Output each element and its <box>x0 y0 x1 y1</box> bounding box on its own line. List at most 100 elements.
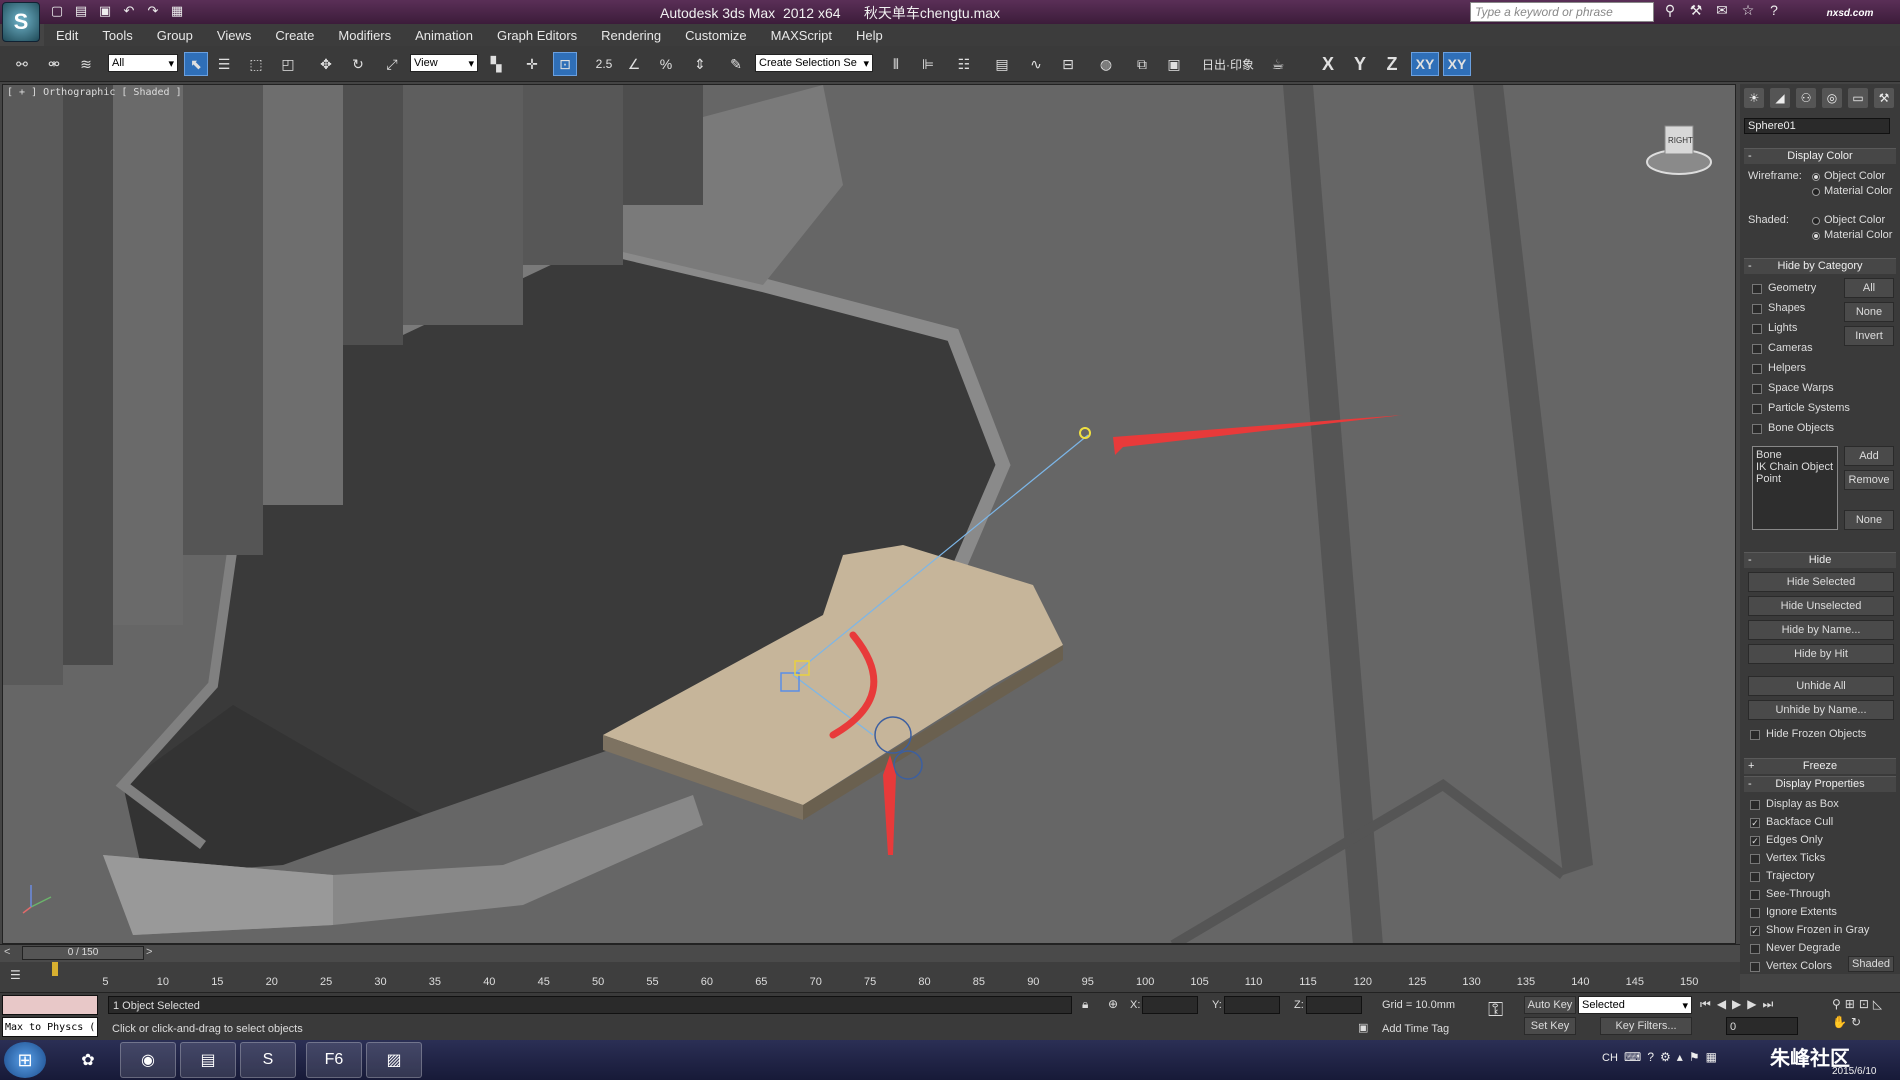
axis-z-button[interactable]: Z <box>1380 52 1404 76</box>
tray-network-icon[interactable]: ▦ <box>1706 1050 1717 1064</box>
category-none-button[interactable]: None <box>1844 302 1894 322</box>
category-remove-button[interactable]: Remove <box>1844 470 1894 490</box>
utilities-tab-icon[interactable]: ⚒ <box>1874 88 1894 108</box>
go-to-start-icon[interactable]: ⏮ <box>1700 997 1711 1012</box>
rollout-display-color[interactable]: - Display Color <box>1744 148 1896 164</box>
object-name-field[interactable]: Sphere01 <box>1744 118 1890 134</box>
helpers-checkbox[interactable] <box>1752 364 1762 374</box>
axis-x-button[interactable]: X <box>1316 52 1340 76</box>
rollout-display-properties[interactable]: - Display Properties <box>1744 776 1896 792</box>
unhide-all-button[interactable]: Unhide All <box>1748 676 1894 696</box>
viewcube-face-label[interactable]: RIGHT <box>1668 136 1693 145</box>
select-manipulate-icon[interactable]: ✛ <box>520 52 544 76</box>
subscription-icon[interactable]: ⚒ <box>1686 2 1706 22</box>
menu-create[interactable]: Create <box>263 28 326 43</box>
rotate-icon[interactable]: ↻ <box>346 52 370 76</box>
bind-space-warp-icon[interactable]: ≋ <box>74 52 98 76</box>
menu-graph-editors[interactable]: Graph Editors <box>485 28 589 43</box>
favorites-star-icon[interactable]: ☆ <box>1738 2 1758 22</box>
set-key-mode-icon[interactable]: ⚿ <box>1488 999 1503 1022</box>
list-item[interactable]: Bone <box>1756 449 1834 461</box>
shaded-material-color-radio[interactable] <box>1812 232 1820 240</box>
axis-xy-button[interactable]: XY <box>1411 52 1439 76</box>
tray-help-icon[interactable]: ? <box>1647 1050 1654 1064</box>
x-coord-field[interactable] <box>1142 996 1198 1014</box>
angle-snap-icon[interactable]: ∠ <box>622 52 646 76</box>
z-coord-field[interactable] <box>1306 996 1362 1014</box>
add-time-tag-label[interactable]: Add Time Tag <box>1382 1023 1449 1035</box>
display-property-checkbox[interactable]: ✓ <box>1750 836 1760 846</box>
menu-maxscript[interactable]: MAXScript <box>759 28 844 43</box>
hide-by-name-button[interactable]: Hide by Name... <box>1748 620 1894 640</box>
save-file-icon[interactable]: ▣ <box>96 2 114 20</box>
modify-tab-icon[interactable]: ◢ <box>1770 88 1790 108</box>
layer-manager-icon[interactable]: ☷ <box>952 52 976 76</box>
auto-key-button[interactable]: Auto Key <box>1524 996 1576 1014</box>
category-add-button[interactable]: Add <box>1844 446 1894 466</box>
current-frame-marker[interactable] <box>52 962 58 976</box>
shaded-object-color-radio[interactable] <box>1812 217 1820 225</box>
zoom-icon[interactable]: ⚲ <box>1832 997 1841 1011</box>
lights-checkbox[interactable] <box>1752 324 1762 334</box>
move-icon[interactable]: ✥ <box>314 52 338 76</box>
rollout-hide[interactable]: - Hide <box>1744 552 1896 568</box>
start-button[interactable]: ⊞ <box>4 1042 46 1078</box>
track-bar[interactable]: ☰ 5 10 15 20 25 30 35 40 45 50 55 60 65 70 75 80 85 90 95 1… <box>0 962 1740 992</box>
axis-y-button[interactable]: Y <box>1348 52 1372 76</box>
time-next-icon[interactable]: > <box>146 946 152 958</box>
zoom-extents-icon[interactable]: ⊡ <box>1859 997 1869 1011</box>
motion-tab-icon[interactable]: ◎ <box>1822 88 1842 108</box>
geometry-checkbox[interactable] <box>1752 284 1762 294</box>
set-key-button[interactable]: Set Key <box>1524 1017 1576 1035</box>
menu-edit[interactable]: Edit <box>44 28 90 43</box>
curve-editor-icon[interactable]: ∿ <box>1024 52 1048 76</box>
menu-animation[interactable]: Animation <box>403 28 485 43</box>
mini-curve-editor-icon[interactable]: ☰ <box>10 968 21 982</box>
unhide-by-name-button[interactable]: Unhide by Name... <box>1748 700 1894 720</box>
clock[interactable]: 2015/6/10 <box>1832 1066 1877 1077</box>
edit-named-selection-icon[interactable]: ✎ <box>724 52 748 76</box>
mirror-icon[interactable]: ⫴ <box>884 52 908 76</box>
taskbar-browser[interactable]: ◉ <box>120 1042 176 1078</box>
material-editor-icon[interactable]: ◍ <box>1094 52 1118 76</box>
space-warps-checkbox[interactable] <box>1752 384 1762 394</box>
display-property-checkbox[interactable]: ✓ <box>1750 818 1760 828</box>
select-object-icon[interactable]: ⬉ <box>184 52 208 76</box>
teapot-render-icon[interactable]: ☕ <box>1266 52 1290 76</box>
redo-icon[interactable]: ↷ <box>144 2 162 20</box>
menu-modifiers[interactable]: Modifiers <box>326 28 403 43</box>
tray-expand-icon[interactable]: ▴ <box>1677 1050 1683 1064</box>
rendered-frame-window-icon[interactable]: ▣ <box>1162 52 1186 76</box>
open-file-icon[interactable]: ▤ <box>72 2 90 20</box>
pivot-center-icon[interactable]: ▚ <box>484 52 508 76</box>
communication-icon[interactable]: ✉ <box>1712 2 1732 22</box>
link-icon[interactable]: ⚯ <box>10 52 34 76</box>
wireframe-object-color-radio[interactable] <box>1812 173 1820 181</box>
hide-frozen-objects-checkbox[interactable] <box>1750 730 1760 740</box>
rollout-freeze[interactable]: + Freeze <box>1744 758 1896 774</box>
reference-coordinate-dropdown[interactable]: View ▾ <box>410 54 478 72</box>
transform-type-in-icon[interactable]: ⊕ <box>1108 997 1118 1011</box>
axis-constraint-xy-button[interactable]: XY <box>1443 52 1471 76</box>
schematic-view-icon[interactable]: ⊟ <box>1056 52 1080 76</box>
orbit-icon[interactable]: ↻ <box>1851 1015 1861 1029</box>
tray-flag-icon[interactable]: ⚑ <box>1689 1050 1700 1064</box>
display-property-checkbox[interactable] <box>1750 962 1760 972</box>
display-property-checkbox[interactable]: ✓ <box>1750 926 1760 936</box>
display-tab-icon[interactable]: ▭ <box>1848 88 1868 108</box>
create-tab-icon[interactable]: ☀ <box>1744 88 1764 108</box>
list-item[interactable]: IK Chain Object <box>1756 461 1834 473</box>
play-icon[interactable]: ▶ <box>1732 997 1741 1012</box>
bone-objects-checkbox[interactable] <box>1752 424 1762 434</box>
viewport-label[interactable]: [ + ] Orthographic [ Shaded ] <box>7 87 182 98</box>
hide-selected-button[interactable]: Hide Selected <box>1748 572 1894 592</box>
app-menu-button[interactable]: S <box>2 2 40 42</box>
undo-icon[interactable]: ↶ <box>120 2 138 20</box>
menu-group[interactable]: Group <box>145 28 205 43</box>
next-frame-icon[interactable]: ▶︎ <box>1747 997 1756 1012</box>
display-property-checkbox[interactable] <box>1750 908 1760 918</box>
binoculars-icon[interactable]: ⚲ <box>1660 2 1680 22</box>
shapes-checkbox[interactable] <box>1752 304 1762 314</box>
graphite-toolbar-icon[interactable]: ▤ <box>990 52 1014 76</box>
lock-selection-icon[interactable]: 🔒︎ <box>1082 997 1088 1012</box>
